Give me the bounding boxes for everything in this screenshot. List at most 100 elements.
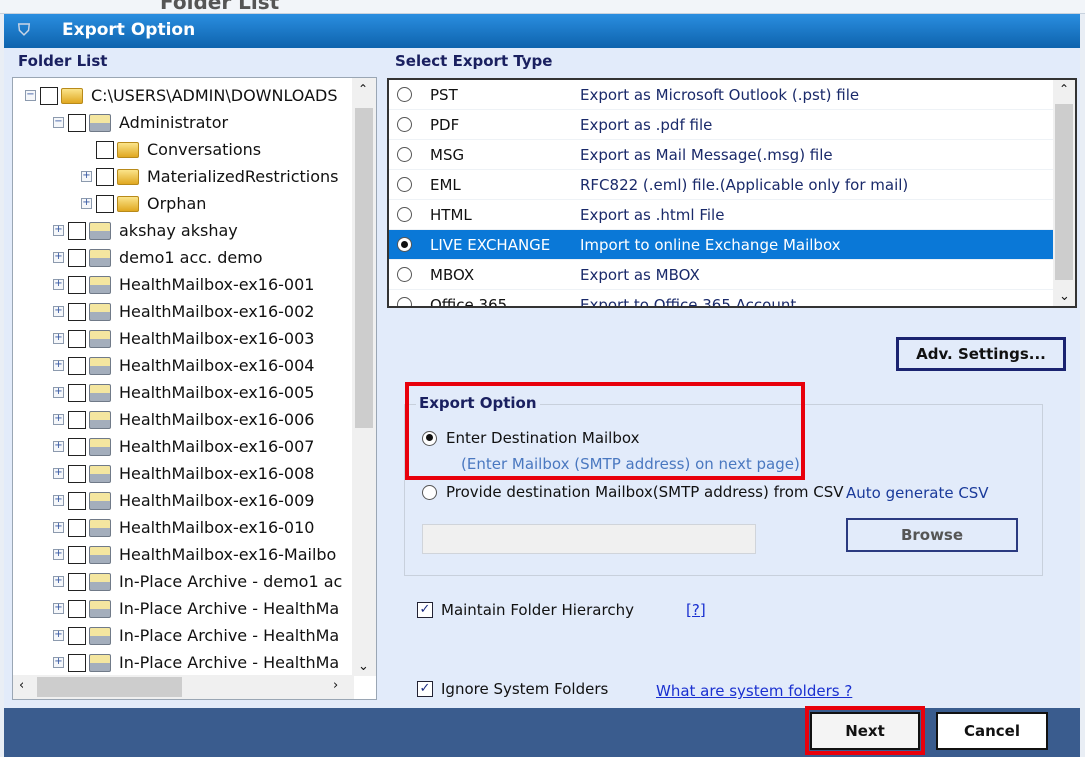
tree-item-checkbox[interactable]	[68, 248, 86, 267]
tree-item[interactable]: + HealthMailbox-ex16-Mailbo	[53, 541, 336, 568]
tree-item-checkbox[interactable]	[68, 464, 86, 483]
ignore-system-checkbox[interactable]: ✓	[417, 681, 433, 697]
browse-button[interactable]: Browse	[846, 518, 1018, 552]
collapse-icon[interactable]: −	[25, 90, 36, 101]
tree-item-checkbox[interactable]	[68, 329, 86, 348]
scroll-down-icon[interactable]: ⌄	[1059, 289, 1070, 304]
export-list-scroll-thumb[interactable]	[1055, 104, 1073, 280]
expand-icon[interactable]: +	[53, 657, 64, 668]
scroll-up-icon[interactable]: ⌃	[1059, 82, 1069, 96]
tree-item[interactable]: + HealthMailbox-ex16-009	[53, 487, 314, 514]
tree-item-checkbox[interactable]	[96, 194, 114, 213]
export-type-item[interactable]: HTML Export as .html File	[389, 200, 1053, 230]
tree-item[interactable]: − Administrator	[53, 109, 228, 136]
folder-tree[interactable]: − C:\USERS\ADMIN\DOWNLOADS − Administrator C…	[12, 77, 377, 700]
scroll-down-icon[interactable]: ⌄	[358, 659, 369, 674]
expand-icon[interactable]: +	[53, 252, 64, 263]
export-type-item[interactable]: EML RFC822 (.eml) file.(Applicable only f…	[389, 170, 1053, 200]
tree-item[interactable]: + HealthMailbox-ex16-004	[53, 352, 314, 379]
export-type-radio[interactable]	[397, 117, 412, 132]
tree-item[interactable]: + akshay akshay	[53, 217, 238, 244]
maintain-hierarchy-checkbox[interactable]: ✓	[417, 602, 433, 618]
tree-item[interactable]: + In-Place Archive - HealthMa	[53, 595, 339, 622]
export-type-item[interactable]: MSG Export as Mail Message(.msg) file	[389, 140, 1053, 170]
export-list-scrollbar[interactable]: ⌃ ⌄	[1053, 80, 1075, 306]
export-type-radio[interactable]	[397, 267, 412, 282]
cancel-button[interactable]: Cancel	[936, 712, 1048, 750]
scroll-up-icon[interactable]: ⌃	[358, 82, 368, 96]
export-type-radio[interactable]	[397, 207, 412, 222]
tree-item[interactable]: + HealthMailbox-ex16-005	[53, 379, 314, 406]
auto-generate-csv-link[interactable]: Auto generate CSV	[846, 484, 989, 502]
tree-item[interactable]: + In-Place Archive - HealthMa	[53, 649, 339, 676]
tree-item[interactable]: + HealthMailbox-ex16-003	[53, 325, 314, 352]
tree-item[interactable]: + HealthMailbox-ex16-010	[53, 514, 314, 541]
scroll-left-icon[interactable]: ‹	[19, 678, 24, 693]
tree-scroll-thumb[interactable]	[355, 108, 373, 428]
tree-item[interactable]: Conversations	[81, 136, 261, 163]
export-type-item[interactable]: MBOX Export as MBOX	[389, 260, 1053, 290]
tree-item-checkbox[interactable]	[68, 221, 86, 240]
expand-icon[interactable]: +	[53, 414, 64, 425]
system-folders-link[interactable]: What are system folders ?	[656, 682, 852, 700]
tree-item-checkbox[interactable]	[68, 275, 86, 294]
expand-icon[interactable]: +	[53, 306, 64, 317]
export-type-item[interactable]: PDF Export as .pdf file	[389, 110, 1053, 140]
tree-item[interactable]: + HealthMailbox-ex16-002	[53, 298, 314, 325]
expand-icon[interactable]: +	[53, 441, 64, 452]
export-type-item[interactable]: PST Export as Microsoft Outlook (.pst) fi…	[389, 80, 1053, 110]
expand-icon[interactable]: +	[53, 495, 64, 506]
tree-item[interactable]: + In-Place Archive - demo1 ac	[53, 568, 342, 595]
tree-item-checkbox[interactable]	[68, 653, 86, 672]
export-type-item[interactable]: LIVE EXCHANGE Import to online Exchange M…	[389, 230, 1053, 260]
expand-icon[interactable]: +	[53, 333, 64, 344]
tree-item-checkbox[interactable]	[68, 599, 86, 618]
tree-item-checkbox[interactable]	[68, 113, 86, 132]
tree-item-checkbox[interactable]	[68, 572, 86, 591]
tree-item-checkbox[interactable]	[40, 86, 58, 105]
export-type-item[interactable]: Office 365 Export to Office 365 Account	[389, 290, 1053, 306]
tree-item[interactable]: + HealthMailbox-ex16-006	[53, 406, 314, 433]
tree-item-checkbox[interactable]	[68, 626, 86, 645]
tree-item-checkbox[interactable]	[68, 545, 86, 564]
expand-icon[interactable]: +	[53, 360, 64, 371]
tree-item-checkbox[interactable]	[96, 167, 114, 186]
ignore-system-row[interactable]: ✓ Ignore System Folders	[417, 680, 608, 698]
tree-item[interactable]: + demo1 acc. demo	[53, 244, 263, 271]
scroll-right-icon[interactable]: ›	[333, 678, 338, 693]
tree-item[interactable]: + In-Place Archive - HealthMa	[53, 622, 339, 649]
export-type-radio[interactable]	[397, 147, 412, 162]
export-type-radio[interactable]	[397, 87, 412, 102]
tree-item-checkbox[interactable]	[68, 491, 86, 510]
tree-item[interactable]: + HealthMailbox-ex16-007	[53, 433, 314, 460]
expand-icon[interactable]: +	[81, 171, 92, 182]
export-type-list[interactable]: PST Export as Microsoft Outlook (.pst) fi…	[387, 78, 1077, 308]
tree-item-checkbox[interactable]	[68, 302, 86, 321]
tree-horizontal-scrollbar[interactable]: ‹ ›	[13, 675, 354, 699]
export-type-radio[interactable]	[397, 297, 412, 306]
expand-icon[interactable]: +	[53, 576, 64, 587]
expand-icon[interactable]: +	[53, 603, 64, 614]
export-type-radio[interactable]	[397, 177, 412, 192]
expand-icon[interactable]: +	[81, 198, 92, 209]
expand-icon[interactable]: +	[53, 549, 64, 560]
tree-item-checkbox[interactable]	[96, 140, 114, 159]
radio-csv-destination[interactable]	[422, 484, 437, 500]
tree-item-checkbox[interactable]	[68, 437, 86, 456]
tree-item-checkbox[interactable]	[68, 410, 86, 429]
tree-vertical-scrollbar[interactable]: ⌃ ⌄	[352, 78, 376, 676]
tree-item[interactable]: + Orphan	[81, 190, 206, 217]
csv-destination-option[interactable]: Provide destination Mailbox(SMTP address…	[422, 483, 844, 501]
collapse-icon[interactable]: −	[53, 117, 64, 128]
csv-path-input[interactable]	[422, 524, 756, 554]
tree-item[interactable]: − C:\USERS\ADMIN\DOWNLOADS	[25, 82, 338, 109]
expand-icon[interactable]: +	[53, 387, 64, 398]
export-type-radio[interactable]	[397, 237, 412, 252]
tree-item-checkbox[interactable]	[68, 356, 86, 375]
tree-hscroll-thumb[interactable]	[37, 677, 182, 697]
expand-icon[interactable]: +	[53, 225, 64, 236]
tree-item[interactable]: + HealthMailbox-ex16-001	[53, 271, 314, 298]
expand-icon[interactable]: +	[53, 630, 64, 641]
maintain-hierarchy-row[interactable]: ✓ Maintain Folder Hierarchy	[417, 601, 634, 619]
expand-icon[interactable]: +	[53, 279, 64, 290]
